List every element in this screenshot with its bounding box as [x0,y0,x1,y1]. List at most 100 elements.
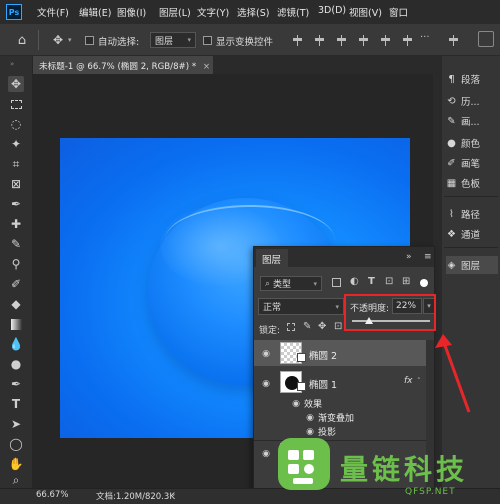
ellipse-tool-icon[interactable]: ◯ [8,436,24,452]
panel-swatches-button[interactable]: ▦ 色板 [446,174,498,192]
move-tool-icon[interactable]: ✥ [50,32,66,48]
eyedropper-icon[interactable]: ✒ [8,196,24,212]
highlight-box [344,294,436,331]
panel-channels-button[interactable]: ❖ 通道 [446,225,498,243]
auto-select-dropdown[interactable]: 图层 ▾ [150,32,196,48]
filter-kind-value: 类型 [273,280,292,290]
lasso-tool-icon[interactable]: ◌ [8,116,24,132]
align-left-icon[interactable] [358,35,369,46]
more-icon[interactable]: ··· [420,32,430,43]
collapse-icon[interactable]: » [10,60,14,68]
search-icon: ⌕ [265,278,271,289]
filter-shape-icon[interactable]: ⊡ [385,276,393,287]
panel-brush-button[interactable]: ✎ 画... [446,112,498,130]
home-icon[interactable]: ⌂ [14,32,30,48]
pen-tool-icon[interactable]: ✒ [8,376,24,392]
menu-item[interactable]: 文字(Y) [197,5,229,19]
document-info: 文档:1.20M/820.3K [96,492,175,502]
menu-item[interactable]: 图层(L) [159,5,191,19]
zoom-tool-icon[interactable]: ⌕ [8,472,24,488]
effect-gradient-overlay[interactable]: 渐变叠加 [318,411,354,424]
panel-paragraph-button[interactable]: ¶ 段落 [446,70,498,88]
eraser-icon[interactable]: ◆ [8,296,24,312]
frame-tool-icon[interactable]: ⊠ [8,176,24,192]
dodge-tool-icon[interactable]: ● [8,356,24,372]
chevron-down-icon[interactable]: ▾ [68,36,72,44]
blend-mode-dropdown[interactable]: 正常 ▾ [258,298,344,315]
healing-brush-icon[interactable]: ✚ [8,216,24,232]
channels-icon: ❖ [447,228,456,240]
menu-item[interactable]: 滤镜(T) [277,5,309,19]
chevron-up-icon[interactable]: ˄ [417,377,421,385]
path-selection-icon[interactable]: ➤ [8,416,24,432]
gradient-tool-icon[interactable] [8,316,24,332]
lock-transparent-icon[interactable] [287,323,295,331]
auto-select-label: 自动选择: [98,37,140,48]
show-transform-checkbox[interactable] [203,36,212,45]
visibility-eye-icon[interactable]: ◉ [260,380,272,389]
history-brush-icon[interactable]: ✐ [8,276,24,292]
align-center-icon[interactable] [380,35,391,46]
menu-item[interactable]: 图像(I) [117,5,146,19]
distribute-icon[interactable] [448,35,459,46]
fx-icon[interactable]: fx [404,376,413,386]
brush-tool-icon[interactable]: ✎ [8,236,24,252]
auto-select-checkbox[interactable] [85,36,94,45]
clone-stamp-icon[interactable]: ⚲ [8,256,24,272]
layer-name[interactable]: 椭圆 1 [309,377,337,391]
menu-item[interactable]: 视图(V) [349,5,382,19]
filter-pixel-icon[interactable] [332,278,341,287]
brush-icon: ✎ [447,115,456,127]
menu-item[interactable]: 窗口 [389,5,408,19]
menu-item[interactable]: 3D(D) [318,5,346,16]
panel-label: 画... [461,117,480,128]
move-tool-icon[interactable]: ✥ [8,76,24,92]
close-icon[interactable]: × [203,62,210,72]
layer-name[interactable]: 椭圆 2 [309,348,337,362]
layers-tab[interactable]: 图层 [256,249,288,267]
panel-paths-button[interactable]: ⌇ 路径 [446,205,498,223]
filter-adjustment-icon[interactable]: ◐ [350,276,359,287]
magic-wand-icon[interactable]: ✦ [8,136,24,152]
panel-history-button[interactable]: ⟲ 历... [446,92,498,110]
panel-brushes-button[interactable]: ✐ 画笔 [446,154,498,172]
menu-item[interactable]: 编辑(E) [79,5,111,19]
document-tab[interactable]: 未标题-1 @ 66.7% (椭圆 2, RGB/8#) * × [33,56,213,74]
panel-label: 画笔 [461,159,481,170]
visibility-eye-icon[interactable]: ◉ [304,428,316,437]
visibility-eye-icon[interactable]: ◉ [260,350,272,359]
panel-menu-icon[interactable]: ≡ [424,252,432,262]
visibility-eye-icon[interactable]: ◉ [290,400,302,409]
menu-item[interactable]: 文件(F) [37,5,69,19]
filter-type-icon[interactable]: T [368,276,375,287]
lock-artboard-icon[interactable]: ⊡ [334,321,342,332]
marquee-tool-icon[interactable] [8,96,24,112]
filter-kind-dropdown[interactable]: ⌕ 类型 ▾ [260,276,322,291]
align-top-icon[interactable] [292,35,303,46]
blur-tool-icon[interactable]: 💧 [8,336,24,352]
panel-label: 色板 [461,179,481,190]
collapse-icon[interactable]: » [406,252,412,262]
filter-toggle-icon[interactable] [420,279,428,287]
visibility-eye-icon[interactable]: ◉ [304,414,316,423]
align-right-icon[interactable] [402,35,413,46]
crop-tool-icon[interactable]: ⌗ [8,156,24,172]
menu-item[interactable]: 选择(S) [237,5,269,19]
watermark-url: QFSP.NET [405,487,456,497]
align-middle-icon[interactable] [314,35,325,46]
panel-color-button[interactable]: ● 颜色 [446,134,498,152]
hand-tool-icon[interactable]: ✋ [8,456,24,472]
chevron-down-icon: ▾ [313,279,317,288]
lock-pixels-icon[interactable]: ✎ [303,321,311,332]
3d-mode-icon[interactable] [478,31,494,47]
shape-layer-badge-icon [297,353,306,362]
panel-label: 路径 [461,210,481,221]
chevron-right-icon[interactable]: › [172,490,175,499]
zoom-level[interactable]: 66.67% [36,490,68,500]
filter-smart-object-icon[interactable]: ⊞ [402,276,410,287]
brushes-icon: ✐ [447,157,456,169]
panel-layers-button[interactable]: ◈ 图层 [446,256,498,274]
lock-position-icon[interactable]: ✥ [318,321,326,332]
type-tool-icon[interactable]: T [8,396,24,412]
align-bottom-icon[interactable] [336,35,347,46]
